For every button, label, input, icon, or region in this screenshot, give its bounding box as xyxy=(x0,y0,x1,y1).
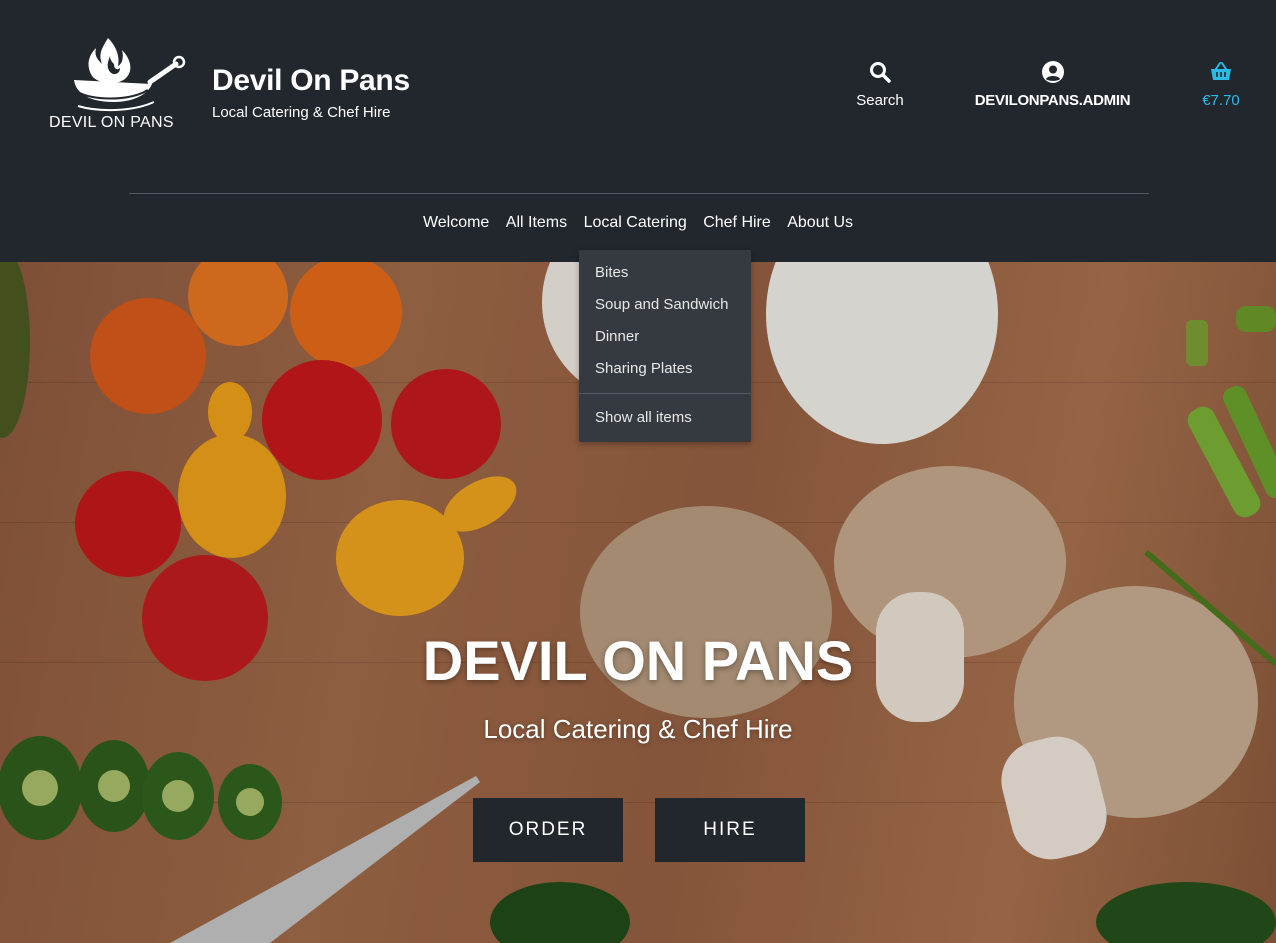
site-header: DEVIL ON PANS Devil On Pans Local Cateri… xyxy=(0,0,1276,262)
header-divider xyxy=(129,193,1149,194)
dropdown-item-dinner[interactable]: Dinner xyxy=(595,328,639,345)
cart-button[interactable]: €7.70 xyxy=(1190,60,1252,109)
nav-item-about-us[interactable]: About Us xyxy=(787,214,853,232)
main-nav: Welcome All Items Local Catering Chef Hi… xyxy=(0,214,1276,232)
user-circle-icon xyxy=(1041,61,1064,83)
account-button[interactable]: DEVILONPANS.ADMIN xyxy=(955,60,1150,109)
nav-item-all-items[interactable]: All Items xyxy=(506,214,567,232)
local-catering-dropdown: Bites Soup and Sandwich Dinner Sharing P… xyxy=(579,250,751,442)
cart-total: €7.70 xyxy=(1202,92,1240,109)
dropdown-item-show-all[interactable]: Show all items xyxy=(595,409,692,426)
site-tagline: Local Catering & Chef Hire xyxy=(212,104,391,121)
account-label: DEVILONPANS.ADMIN xyxy=(974,92,1131,109)
shopping-basket-icon xyxy=(1211,62,1231,80)
dropdown-divider xyxy=(579,393,751,394)
nav-item-local-catering[interactable]: Local Catering xyxy=(584,214,687,232)
hire-button[interactable]: HIRE xyxy=(655,798,805,862)
flaming-pan-logo-icon xyxy=(74,38,186,112)
logo-text: DEVIL ON PANS xyxy=(49,114,174,131)
site-logo[interactable]: DEVIL ON PANS xyxy=(44,34,189,134)
search-icon xyxy=(870,62,891,83)
search-button[interactable]: Search xyxy=(840,60,920,109)
nav-item-chef-hire[interactable]: Chef Hire xyxy=(703,214,771,232)
nav-item-welcome[interactable]: Welcome xyxy=(423,214,489,232)
dropdown-item-soup-and-sandwich[interactable]: Soup and Sandwich xyxy=(595,296,728,313)
search-label: Search xyxy=(856,92,904,109)
hero-title: DEVIL ON PANS xyxy=(422,629,854,692)
dropdown-item-bites[interactable]: Bites xyxy=(595,264,628,281)
dropdown-item-sharing-plates[interactable]: Sharing Plates xyxy=(595,360,693,377)
order-button[interactable]: ORDER xyxy=(473,798,623,862)
site-title[interactable]: Devil On Pans xyxy=(212,64,410,98)
hero-subtitle: Local Catering & Chef Hire xyxy=(483,714,793,744)
